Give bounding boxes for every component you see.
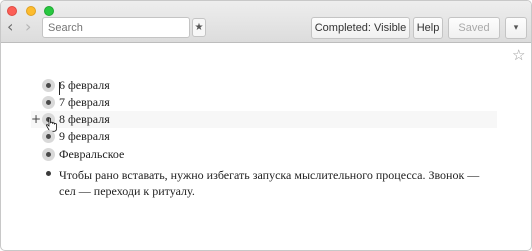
bullet-icon[interactable] bbox=[42, 79, 55, 92]
item-text[interactable]: 8 февраля bbox=[59, 111, 110, 128]
outline-list: 6 февраля 7 февраля + 8 февраля 9 феврал… bbox=[1, 1, 531, 250]
list-item[interactable]: Февральское bbox=[1, 146, 531, 163]
bullet-icon[interactable] bbox=[42, 130, 55, 143]
item-text[interactable]: 6 февраля bbox=[59, 77, 110, 94]
list-item[interactable]: 7 февраля bbox=[1, 94, 531, 111]
bullet-icon[interactable] bbox=[42, 96, 55, 109]
list-item[interactable]: 9 февраля bbox=[1, 128, 531, 145]
item-text[interactable]: Февральское bbox=[59, 146, 124, 163]
list-item[interactable]: + 8 февраля bbox=[31, 111, 497, 128]
list-item[interactable]: 6 февраля bbox=[1, 77, 531, 94]
add-item-marker[interactable]: + bbox=[31, 111, 41, 128]
bullet-icon[interactable] bbox=[46, 171, 51, 176]
bullet-icon[interactable] bbox=[42, 148, 55, 161]
item-text[interactable]: 9 февраля bbox=[59, 128, 110, 145]
item-text[interactable]: 7 февраля bbox=[59, 94, 110, 111]
note-text[interactable]: Чтобы рано вставать, нужно избегать запу… bbox=[59, 167, 499, 199]
app-window: ‹ › ★ Completed: Visible Help Saved ▾ ☆ … bbox=[0, 0, 532, 251]
